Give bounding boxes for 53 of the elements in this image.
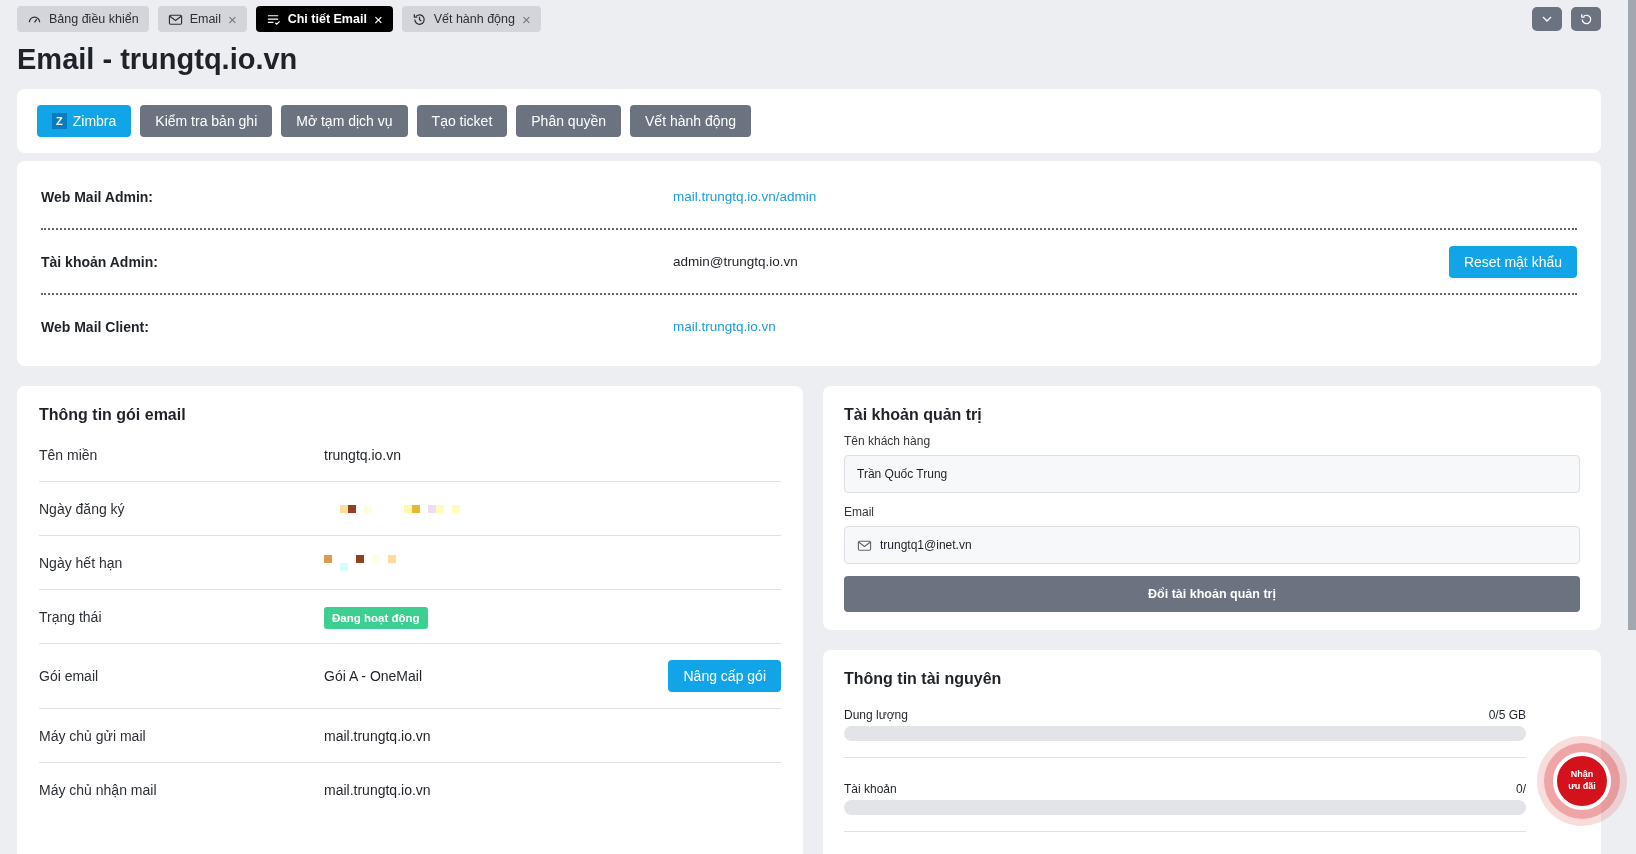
field-value: mail.trungtq.io.vn xyxy=(324,727,431,744)
toolbar-button[interactable]: Mở tạm dịch vụ xyxy=(281,105,408,137)
field-label: Gói email xyxy=(39,668,100,684)
toolbar-button[interactable]: Phân quyền xyxy=(516,105,621,137)
close-icon[interactable]: × xyxy=(373,11,383,27)
field-label: Web Mail Admin: xyxy=(41,188,154,205)
field-label: Trạng thái xyxy=(39,608,103,625)
section-title: Thông tin tài nguyên xyxy=(844,670,1003,688)
link[interactable]: mail.trungtq.io.vn xyxy=(673,319,776,334)
input-field[interactable]: trungtq1@inet.vn xyxy=(844,526,1580,564)
field-label: Máy chủ nhận mail xyxy=(39,781,158,798)
usage-reading: 0/ xyxy=(1516,782,1526,796)
field-value: mail.trungtq.io.vn xyxy=(324,781,431,798)
resource-label: Dung lượng xyxy=(844,708,908,722)
tab[interactable]: Vết hành động × xyxy=(401,6,541,32)
field-label: Tài khoản Admin: xyxy=(41,253,159,270)
tab[interactable]: Chi tiết Email × xyxy=(255,6,393,32)
field-label: Ngày đăng ký xyxy=(39,500,126,517)
section-title: Thông tin gói email xyxy=(39,406,187,424)
field-label: Máy chủ gửi mail xyxy=(39,727,147,744)
pixelated-value-drawing xyxy=(324,554,396,571)
refresh-button[interactable] xyxy=(1571,7,1601,31)
tab[interactable]: Email × xyxy=(157,6,247,32)
page-title: Email - trungtq.io.vn xyxy=(17,43,299,76)
field-label: Web Mail Client: xyxy=(41,318,150,335)
refresh-icon xyxy=(1578,11,1594,27)
change-admin-button[interactable]: Đổi tài khoản quản trị xyxy=(844,576,1580,612)
reset-password-button[interactable]: Reset mật khẩu xyxy=(1448,245,1577,278)
tab[interactable]: Bảng điều khiển xyxy=(17,6,149,32)
history-icon xyxy=(411,11,427,27)
field-label: Ngày hết hạn xyxy=(39,554,124,571)
logo-badge: Z xyxy=(52,113,67,129)
field-label: Tên khách hàng xyxy=(844,434,932,448)
field-value: Gói A - OneMail xyxy=(324,668,423,684)
close-icon[interactable]: × xyxy=(227,11,237,27)
section-title: Tài khoản quản trị xyxy=(844,406,983,424)
usage-reading: 0/5 GB xyxy=(1488,708,1526,722)
toolbar-button[interactable]: Z Zimbra xyxy=(37,105,132,137)
dropdown-button[interactable] xyxy=(1532,7,1562,31)
chevron-down-icon xyxy=(1542,16,1552,22)
resource-label: Tài khoản xyxy=(844,782,897,796)
toolbar-button[interactable]: Kiểm tra bản ghi xyxy=(140,105,273,137)
status-badge: Đang hoạt động xyxy=(324,606,428,629)
input-field[interactable]: Trần Quốc Trung xyxy=(844,455,1580,493)
field-label: Email xyxy=(844,505,875,519)
close-icon[interactable]: × xyxy=(521,11,531,27)
field-value: admin@trungtq.io.vn xyxy=(673,254,798,269)
link[interactable]: mail.trungtq.io.vn/admin xyxy=(673,189,817,204)
toolbar-button[interactable]: Vết hành động xyxy=(630,105,752,137)
toolbar-button[interactable]: Tạo ticket xyxy=(416,105,508,137)
field-label: Tên miền xyxy=(39,446,99,463)
field-value: trungtq.io.vn xyxy=(324,446,402,463)
upgrade-button[interactable]: Nâng cấp gói xyxy=(668,660,781,692)
